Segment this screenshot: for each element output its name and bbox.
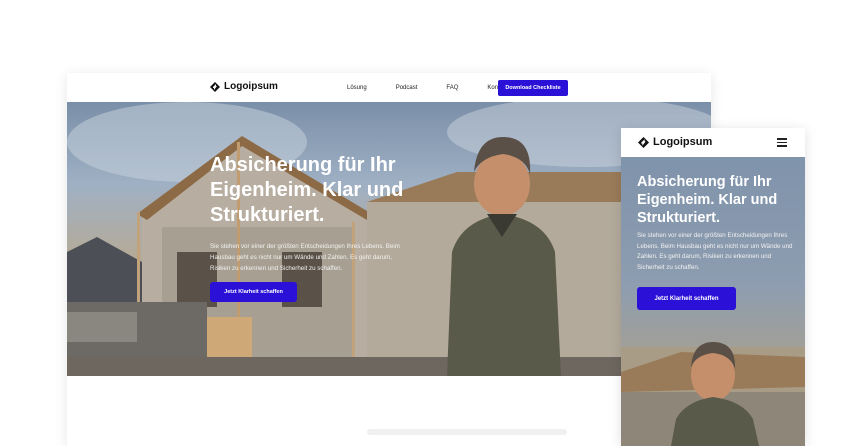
hero-cta-button[interactable]: Jetzt Klarheit schaffen bbox=[210, 282, 297, 302]
mobile-logo[interactable]: Logoipsum bbox=[638, 136, 712, 148]
mobile-hero-text: Sie stehen vor einer der größten Entsche… bbox=[637, 232, 793, 271]
desktop-navbar: Logoipsum Lösung Podcast FAQ Kontakt Dow… bbox=[67, 73, 711, 102]
hero-headline: Absicherung für Ihr Eigenheim. Klar und … bbox=[210, 154, 404, 226]
nav-link-loesung[interactable]: Lösung bbox=[347, 85, 367, 91]
logo-text: Logoipsum bbox=[224, 81, 278, 92]
mobile-navbar: Logoipsum bbox=[621, 128, 805, 157]
mobile-hero-headline: Absicherung für Ihr Eigenheim. Klar und … bbox=[637, 174, 778, 226]
content-placeholder-bar bbox=[367, 429, 567, 435]
mobile-hero: Absicherung für Ihr Eigenheim. Klar und … bbox=[621, 157, 805, 446]
hero-text: Sie stehen vor einer der größten Entsche… bbox=[210, 243, 400, 272]
hamburger-icon[interactable] bbox=[777, 138, 787, 147]
hero-background-photo bbox=[67, 102, 711, 376]
desktop-logo[interactable]: Logoipsum bbox=[210, 81, 278, 92]
desktop-hero: Absicherung für Ihr Eigenheim. Klar und … bbox=[67, 102, 711, 376]
nav-link-podcast[interactable]: Podcast bbox=[396, 85, 418, 91]
nav-link-faq[interactable]: FAQ bbox=[446, 85, 458, 91]
logo-text: Logoipsum bbox=[653, 136, 713, 148]
mobile-hero-cta-button[interactable]: Jetzt Klarheit schaffen bbox=[637, 287, 736, 310]
logo-mark-icon bbox=[210, 81, 220, 92]
mobile-mockup: Logoipsum Absicherung für Ihr Eigenheim.… bbox=[621, 128, 805, 446]
desktop-mockup: Logoipsum Lösung Podcast FAQ Kontakt Dow… bbox=[67, 73, 711, 446]
desktop-below-fold bbox=[67, 376, 711, 446]
logo-mark-icon bbox=[638, 136, 649, 148]
download-checklist-button[interactable]: Download Checkliste bbox=[498, 80, 568, 96]
